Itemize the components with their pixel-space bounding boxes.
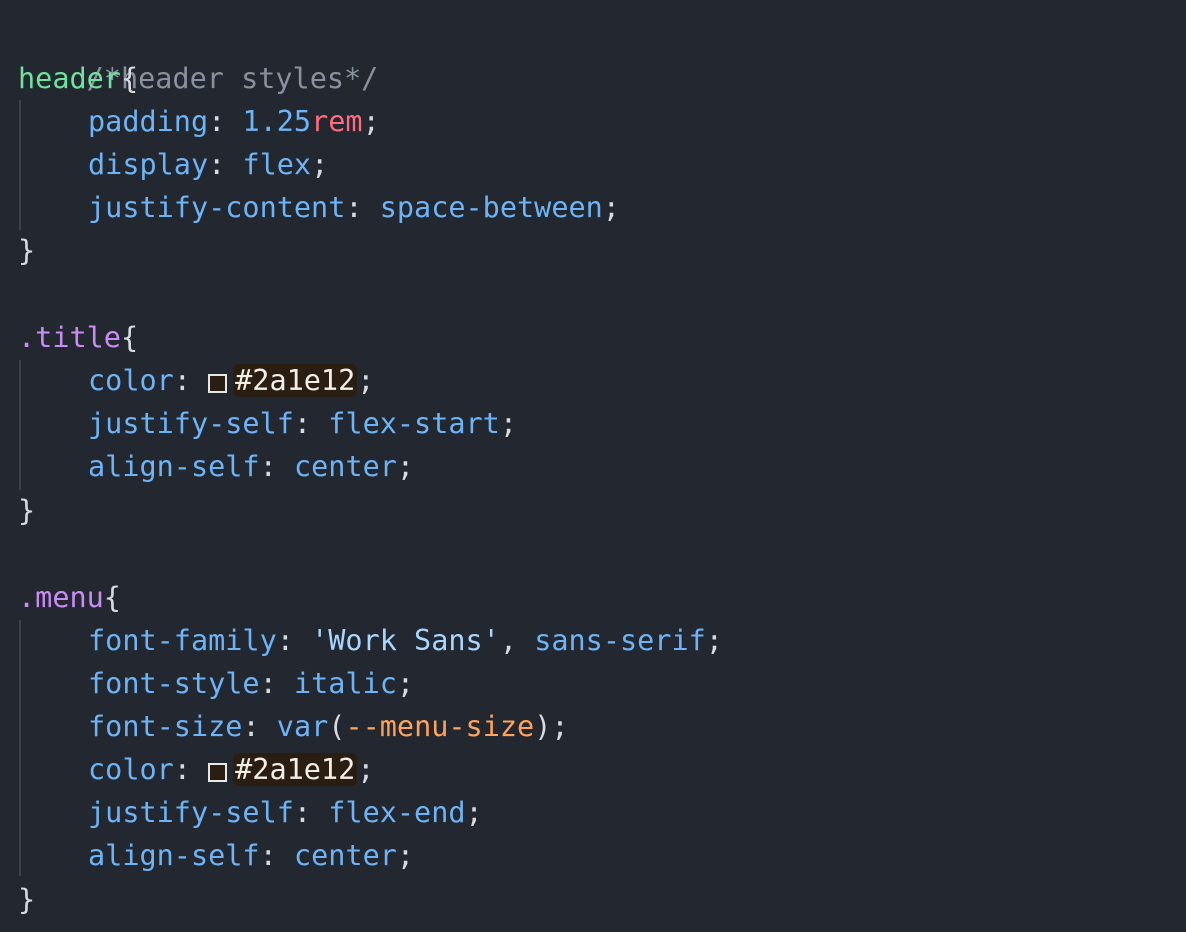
semicolon: ; <box>705 624 723 657</box>
code-line-9: color: #2a1e12; <box>18 359 374 402</box>
code-line-16: font-style: italic; <box>18 662 414 705</box>
colon: : <box>208 148 226 181</box>
css-selector: header <box>18 62 121 95</box>
code-line-18: color: #2a1e12; <box>18 748 374 791</box>
semicolon: ; <box>362 105 380 138</box>
code-line-6: } <box>18 229 35 272</box>
semicolon: ; <box>396 839 415 872</box>
semicolon: ; <box>602 191 620 224</box>
open-brace: { <box>120 321 139 354</box>
code-line-2: header{ <box>18 57 138 100</box>
semicolon: ; <box>311 148 329 181</box>
close-brace: } <box>18 494 36 527</box>
semicolon: ; <box>357 753 375 786</box>
semicolon: ; <box>396 450 415 483</box>
css-property: font-family <box>88 624 277 657</box>
css-property: font-size <box>88 710 243 743</box>
semicolon: ; <box>551 710 569 743</box>
close-brace: } <box>18 234 36 267</box>
css-class-selector: .menu <box>18 581 104 614</box>
code-line-5: justify-content: space-between; <box>18 186 620 229</box>
code-line-14: .menu{ <box>18 576 121 619</box>
css-property: font-style <box>88 667 260 700</box>
colon: : <box>173 364 191 397</box>
css-value: space-between <box>379 191 603 224</box>
css-hex-color: #2a1e12 <box>233 753 358 786</box>
colon: : <box>208 105 226 138</box>
code-line-8: .title{ <box>18 316 138 359</box>
code-line-11: align-self: center; <box>18 445 414 488</box>
semicolon: ; <box>499 407 518 440</box>
code-line-12: } <box>18 489 35 532</box>
colon: : <box>242 710 260 743</box>
css-class-selector: .title <box>18 321 121 354</box>
css-variable: --menu-size <box>345 710 535 743</box>
close-brace: } <box>18 883 36 916</box>
css-property: color <box>88 364 174 397</box>
code-line-19: justify-self: flex-end; <box>18 791 483 834</box>
open-brace: { <box>103 581 121 614</box>
code-line-1: /*header styles*/ <box>18 14 379 95</box>
css-value: flex <box>242 148 312 181</box>
color-swatch-icon[interactable] <box>208 374 228 393</box>
css-value: center <box>293 839 397 872</box>
css-property: color <box>88 753 174 786</box>
css-number: 1.25 <box>242 105 312 138</box>
code-line-20: align-self: center; <box>18 834 414 877</box>
comma: , <box>499 624 518 657</box>
code-line-3: padding: 1.25rem; <box>18 100 380 143</box>
semicolon: ; <box>396 667 415 700</box>
colon: : <box>259 667 277 700</box>
css-hex-color: #2a1e12 <box>233 364 358 397</box>
code-line-17: font-size: var(--menu-size); <box>18 705 569 748</box>
code-line-21: } <box>18 878 35 921</box>
open-brace: { <box>120 62 139 95</box>
colon: : <box>259 839 277 872</box>
colon: : <box>173 753 191 786</box>
css-property: padding <box>88 105 209 138</box>
css-property: display <box>88 148 209 181</box>
colon: : <box>293 407 312 440</box>
css-string: 'Work Sans' <box>311 624 500 657</box>
colon: : <box>293 796 312 829</box>
css-property: justify-content <box>88 191 346 224</box>
css-value: flex-start <box>328 407 500 440</box>
semicolon: ; <box>357 364 375 397</box>
color-swatch-icon[interactable] <box>208 763 228 782</box>
css-value: italic <box>293 667 397 700</box>
css-property: justify-self <box>88 796 294 829</box>
code-line-4: display: flex; <box>18 143 328 186</box>
paren-close: ) <box>534 710 552 743</box>
css-function: var <box>276 710 329 743</box>
code-line-10: justify-self: flex-start; <box>18 402 517 445</box>
css-property: align-self <box>88 450 260 483</box>
css-value: sans-serif <box>534 624 706 657</box>
css-value: center <box>293 450 397 483</box>
colon: : <box>276 624 294 657</box>
colon: : <box>345 191 363 224</box>
css-property: justify-self <box>88 407 294 440</box>
css-property: align-self <box>88 839 260 872</box>
semicolon: ; <box>465 796 483 829</box>
code-line-15: font-family: 'Work Sans', sans-serif; <box>18 619 723 662</box>
css-unit: rem <box>311 105 363 138</box>
paren-open: ( <box>328 710 346 743</box>
colon: : <box>259 450 277 483</box>
code-editor[interactable]: /*header styles*/ header{ padding: 1.25r… <box>0 0 1186 932</box>
css-value: flex-end <box>328 796 466 829</box>
